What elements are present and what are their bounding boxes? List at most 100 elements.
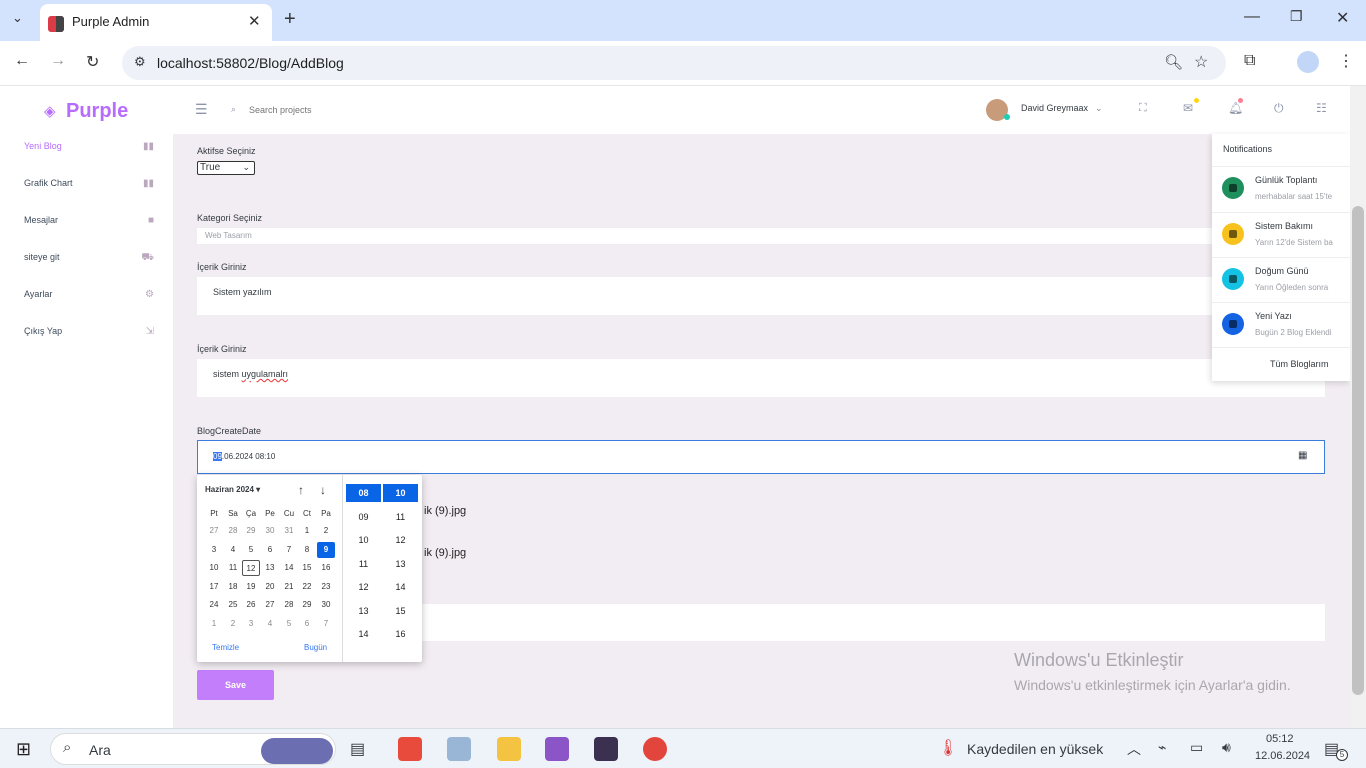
xampp-app-icon[interactable] (497, 737, 521, 761)
hour-option[interactable]: 10 (346, 531, 381, 549)
calendar-day[interactable]: 19 (242, 579, 260, 595)
date-input[interactable]: 09.06.2024 08:10 ▦ (197, 440, 1325, 474)
brand-name[interactable]: Purple (66, 100, 128, 123)
calendar-day[interactable]: 26 (242, 597, 260, 613)
sidebar-item-grafik-chart[interactable]: Grafik Chart ▮▮ (24, 178, 154, 198)
calendar-day[interactable]: 16 (317, 560, 335, 576)
paint-app-icon[interactable] (447, 737, 471, 761)
calendar-icon[interactable]: ▦ (1298, 450, 1307, 461)
calendar-day[interactable]: 4 (261, 616, 279, 632)
calendar-day[interactable]: 9 (317, 541, 335, 558)
hour-option[interactable]: 11 (346, 555, 381, 573)
hour-option[interactable]: 14 (346, 625, 381, 643)
calendar-day[interactable]: 18 (224, 579, 242, 595)
calendar-day[interactable]: 27 (261, 597, 279, 613)
bell-icon[interactable]: 🔔︎ (1228, 101, 1243, 115)
active-select[interactable]: True ⌄ (197, 161, 255, 175)
arrow-down-icon[interactable]: ↓ (320, 483, 326, 497)
windows-start-icon[interactable]: ⊞ (16, 739, 31, 760)
mail-icon[interactable]: ✉ (1183, 101, 1193, 115)
clear-button[interactable]: Temizle (212, 643, 239, 652)
search-input[interactable] (249, 102, 449, 118)
minute-option[interactable]: 12 (383, 531, 418, 549)
calendar-day[interactable]: 4 (224, 542, 242, 558)
calendar-day[interactable]: 22 (298, 579, 316, 595)
category-select[interactable]: Web Tasarım (197, 228, 1325, 244)
terminal-app-icon[interactable] (594, 737, 618, 761)
browser-tab[interactable]: Purple Admin ✕ (40, 4, 272, 41)
calendar-day[interactable]: 27 (205, 523, 223, 539)
sidebar-item-siteye-git[interactable]: siteye git ⛟ (24, 252, 154, 272)
calendar-day[interactable]: 7 (317, 616, 335, 632)
minute-option[interactable]: 15 (383, 602, 418, 620)
calendar-day[interactable]: 12 (242, 560, 260, 577)
weather-text[interactable]: Kaydedilen en yüksek (967, 741, 1103, 757)
network-icon[interactable]: ⌁ (1158, 739, 1166, 756)
calendar-day[interactable]: 1 (205, 616, 223, 632)
profile-icon[interactable] (1297, 51, 1319, 73)
menu-icon[interactable]: ⋮ (1338, 51, 1354, 71)
calendar-day[interactable]: 6 (298, 616, 316, 632)
month-selector[interactable]: Haziran 2024 ▾ (205, 485, 260, 494)
fullscreen-icon[interactable]: ⛶ (1139, 102, 1147, 115)
list-icon[interactable]: ☷ (1316, 101, 1327, 115)
hamburger-icon[interactable]: ☰ (195, 101, 208, 118)
calendar-day[interactable]: 3 (242, 616, 260, 632)
zoom-icon[interactable]: 🔍︎ (1164, 53, 1183, 71)
calendar-day[interactable]: 7 (280, 542, 298, 558)
git-app-icon[interactable] (398, 737, 422, 761)
battery-icon[interactable]: ▭ (1190, 739, 1203, 756)
notification-item[interactable]: Yeni Yazı Bugün 2 Blog Eklendi (1212, 302, 1350, 347)
address-bar[interactable]: ⚙ localhost:58802/Blog/AddBlog 🔍︎ ☆ (122, 46, 1226, 80)
calendar-day[interactable]: 30 (261, 523, 279, 539)
minimize-icon[interactable]: — (1244, 8, 1260, 26)
close-tab-icon[interactable]: ✕ (248, 12, 261, 30)
calendar-day[interactable]: 30 (317, 597, 335, 613)
notification-item[interactable]: Sistem Bakımı Yarın 12'de Sistem ba (1212, 212, 1350, 257)
new-tab-icon[interactable]: + (284, 8, 296, 31)
calendar-day[interactable]: 28 (224, 523, 242, 539)
back-icon[interactable]: ← (14, 52, 30, 70)
calendar-day[interactable]: 13 (261, 560, 279, 576)
notification-item[interactable]: Günlük Toplantı merhabalar saat 15'te (1212, 166, 1350, 211)
calendar-day[interactable]: 11 (224, 560, 242, 576)
calendar-day[interactable]: 29 (298, 597, 316, 613)
site-info-icon[interactable]: ⚙ (134, 54, 146, 70)
calendar-day[interactable]: 6 (261, 542, 279, 558)
calendar-day[interactable]: 14 (280, 560, 298, 576)
tray-chevron-icon[interactable]: ︿ (1127, 739, 1141, 759)
volume-icon[interactable]: 🔊︎ (1222, 739, 1231, 756)
bookmark-star-icon[interactable]: ☆ (1194, 52, 1208, 72)
reload-icon[interactable]: ↻ (86, 52, 99, 72)
calendar-day[interactable]: 10 (205, 560, 223, 576)
calendar-day[interactable]: 23 (317, 579, 335, 595)
minute-option[interactable]: 10 (383, 484, 418, 502)
hour-option[interactable]: 09 (346, 508, 381, 526)
hour-option[interactable]: 12 (346, 578, 381, 596)
calendar-day[interactable]: 3 (205, 542, 223, 558)
sidebar-item-mesajlar[interactable]: Mesajlar ■ (24, 215, 154, 235)
sidebar-item-ayarlar[interactable]: Ayarlar ⚙ (24, 289, 154, 309)
content2-input[interactable]: sistem uygulamalrı (197, 359, 1325, 397)
minute-option[interactable]: 16 (383, 625, 418, 643)
calendar-day[interactable]: 25 (224, 597, 242, 613)
calendar-day[interactable]: 5 (280, 616, 298, 632)
calendar-day[interactable]: 2 (317, 523, 335, 539)
calendar-day[interactable]: 28 (280, 597, 298, 613)
minute-option[interactable]: 11 (383, 508, 418, 526)
task-view-icon[interactable]: ▤ (350, 739, 365, 759)
user-name[interactable]: David Greymaax (1021, 103, 1088, 113)
tab-list-icon[interactable]: ⌄ (12, 10, 23, 26)
notification-item[interactable]: Doğum Günü Yarın Öğleden sonra (1212, 257, 1350, 302)
clock-time[interactable]: 05:12 (1266, 733, 1294, 745)
forward-icon[interactable]: → (50, 52, 66, 70)
power-icon[interactable]: ⏻ (1274, 101, 1284, 116)
scrollbar-thumb[interactable] (1352, 206, 1364, 695)
restore-icon[interactable]: ❐ (1290, 8, 1303, 25)
hour-option[interactable]: 13 (346, 602, 381, 620)
content1-input[interactable]: Sistem yazılım (197, 277, 1325, 315)
chrome-app-icon[interactable] (643, 737, 667, 761)
save-button[interactable]: Save (197, 670, 274, 700)
calendar-day[interactable]: 17 (205, 579, 223, 595)
minute-option[interactable]: 13 (383, 555, 418, 573)
